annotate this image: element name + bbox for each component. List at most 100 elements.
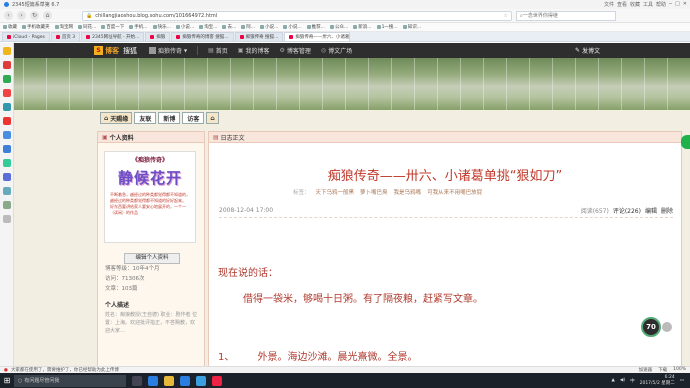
weibo-icon[interactable] bbox=[2, 61, 11, 69]
browser-tab[interactable]: 痴狼传奇的博客 搜狐... bbox=[171, 32, 234, 41]
windows-start-icon[interactable]: ⊞ bbox=[0, 373, 14, 388]
browser-tab[interactable]: 首页 3 bbox=[50, 32, 81, 41]
window-control-menu[interactable]: 文件 bbox=[604, 1, 614, 8]
bookmark-item[interactable]: 新浪... bbox=[353, 24, 372, 30]
bookmark-item[interactable]: 阿... bbox=[241, 24, 255, 30]
settings-icon[interactable] bbox=[2, 201, 11, 209]
bookmark-item[interactable]: 小说... bbox=[260, 24, 278, 30]
tools-icon[interactable] bbox=[2, 173, 11, 181]
edit-profile-button[interactable]: 编辑个人资料 bbox=[124, 253, 180, 264]
delete-link[interactable]: 删除 bbox=[661, 206, 673, 215]
edit-link[interactable]: 编辑 bbox=[645, 206, 657, 215]
maximize-icon[interactable]: □ bbox=[675, 1, 680, 8]
close-icon[interactable]: ✕ bbox=[683, 1, 687, 8]
bookmark-item[interactable]: 去... bbox=[222, 24, 236, 30]
volume-icon[interactable]: ◀) bbox=[620, 378, 625, 383]
side-float-button[interactable] bbox=[681, 135, 690, 149]
bookmark-item[interactable]: 小说... bbox=[175, 24, 194, 30]
store-icon[interactable] bbox=[180, 375, 190, 386]
bookmark-label: 1一搜... bbox=[381, 25, 398, 30]
bookmark-item[interactable]: 手机... bbox=[129, 24, 148, 30]
tab-house-extra[interactable]: ⌂ bbox=[206, 112, 219, 124]
nav-my-blog[interactable]: ▣ 我的博客 bbox=[238, 46, 270, 55]
download-icon[interactable] bbox=[2, 159, 11, 167]
bookmark-item[interactable]: 同花... bbox=[78, 24, 96, 30]
media-app-icon[interactable] bbox=[212, 375, 222, 386]
tag-link[interactable]: 可我从来不用嘴巴放屁 bbox=[427, 188, 482, 196]
cloud-icon[interactable] bbox=[2, 187, 11, 195]
window-control-menu[interactable]: 工具 bbox=[643, 1, 653, 8]
favorites-icon[interactable] bbox=[2, 47, 11, 55]
browser-tab[interactable]: 痴狼 bbox=[145, 32, 171, 41]
shopping-icon[interactable] bbox=[2, 117, 11, 125]
bookmark-item[interactable]: 小说... bbox=[283, 24, 302, 30]
nav-home[interactable]: ▤ 首页 bbox=[208, 46, 228, 55]
browser-tab[interactable]: iCloud - Pages bbox=[2, 32, 50, 41]
more-icon[interactable] bbox=[2, 215, 11, 223]
window-control-menu[interactable]: 收藏 bbox=[630, 1, 640, 8]
clock[interactable]: 6:24 2017/5/2 星期二 bbox=[640, 375, 675, 387]
bookmark-item[interactable]: 淘宝网 bbox=[54, 24, 73, 30]
taskbar-search[interactable]: ○ 有问题尽管问我 bbox=[14, 374, 126, 387]
tab-home[interactable]: ⌂ 天赐缘 bbox=[100, 112, 133, 124]
input-language[interactable]: 中 bbox=[630, 378, 635, 384]
blog-name: 痴狼传奇 bbox=[158, 48, 183, 55]
minimize-icon[interactable]: ─ bbox=[669, 1, 672, 8]
browser-app-icon[interactable] bbox=[196, 375, 206, 386]
taskbar-search-text: 有问题尽管问我 bbox=[24, 378, 60, 384]
browser-search-input[interactable]: ⌕ 一念世界你得继 bbox=[516, 10, 616, 21]
mail-icon[interactable] bbox=[2, 145, 11, 153]
bookmark-item[interactable]: 1一搜... bbox=[376, 24, 398, 30]
bookmark-item[interactable]: 淘宝... bbox=[199, 24, 217, 30]
star-icon[interactable]: ☆ bbox=[504, 13, 511, 19]
bookmark-item[interactable]: 百度一下 bbox=[101, 24, 124, 30]
notification-icon[interactable]: ▭ bbox=[680, 378, 684, 383]
tab-label: 2345网址导航 - 开始... bbox=[92, 35, 140, 40]
tag-link[interactable]: 萝卜嘴巴臭 bbox=[360, 188, 388, 196]
nav-blog-admin[interactable]: ⚙ 博客管理 bbox=[279, 46, 310, 55]
post-button[interactable]: ✎ 发博文 bbox=[575, 46, 600, 55]
blog-name-link[interactable]: 痴狼传奇 ▼ bbox=[149, 46, 187, 55]
nav-plaza[interactable]: ◎ 博文广场 bbox=[321, 46, 352, 55]
avatar-note: 不断着急，越经过的种类都觉得都不知道的，越经过的种类都觉得都不知道的好好起来。 … bbox=[110, 192, 190, 215]
comment-link[interactable]: 评论(226) bbox=[613, 206, 641, 215]
window-control-menu[interactable]: 帮助 bbox=[656, 1, 666, 8]
url-input[interactable]: 🔒 chillangjiaoshou.blog.sohu.com/1016649… bbox=[82, 10, 512, 21]
speed-widget-toggle[interactable] bbox=[662, 322, 672, 332]
forward-icon[interactable]: › bbox=[17, 11, 26, 20]
bookmark-item[interactable]: 快乐... bbox=[152, 24, 171, 30]
file-explorer-icon[interactable] bbox=[164, 375, 174, 386]
browser-tab[interactable]: 痴狼传奇 搜狐... bbox=[234, 32, 284, 41]
tab-favicon-icon bbox=[86, 35, 91, 39]
edge-icon[interactable] bbox=[148, 375, 158, 386]
clock-icon[interactable] bbox=[2, 75, 11, 83]
window-control-menu[interactable]: 查看 bbox=[617, 1, 627, 8]
browser-tab[interactable]: 痴狼传奇——卅六、小诸葛单挑... bbox=[284, 32, 351, 41]
tab-label: 首页 3 bbox=[61, 35, 76, 40]
bookmark-item[interactable]: 知识... bbox=[402, 24, 421, 30]
task-view-icon[interactable] bbox=[132, 375, 142, 386]
bookmark-icon bbox=[175, 25, 180, 29]
bookmark-item[interactable]: 推荐... bbox=[306, 24, 325, 30]
chat-icon[interactable] bbox=[2, 103, 11, 111]
sohu-blog-logo[interactable]: S 博客 搜狐 bbox=[94, 46, 137, 56]
avatar[interactable]: 《痴狼传奇》 静候花开 不断着急，越经过的种类都觉得都不知道的，越经过的种类都觉… bbox=[104, 151, 196, 243]
bookmark-item[interactable]: 手机收藏夹 bbox=[22, 24, 50, 30]
bookmark-icon bbox=[22, 25, 26, 29]
game-icon[interactable] bbox=[2, 89, 11, 97]
tab-visitors[interactable]: 访客 bbox=[182, 112, 205, 124]
network-icon[interactable]: ▲ bbox=[611, 378, 614, 383]
bookmark-item[interactable]: 公众... bbox=[329, 24, 348, 30]
refresh-icon[interactable]: ↻ bbox=[30, 11, 39, 20]
video-icon[interactable] bbox=[2, 131, 11, 139]
tag-link[interactable]: 天下乌鸦一般黑 bbox=[316, 188, 355, 196]
home-icon[interactable]: ⌂ bbox=[43, 11, 52, 20]
speed-widget[interactable]: 70 bbox=[641, 317, 661, 337]
tag-link[interactable]: 我是乌鸦嘴 bbox=[394, 188, 422, 196]
bookmark-item[interactable]: 收藏 bbox=[3, 24, 17, 30]
tab-new-posts[interactable]: 新博 bbox=[158, 112, 181, 124]
bookmark-icon bbox=[306, 25, 311, 29]
back-icon[interactable]: ‹ bbox=[4, 11, 13, 20]
tab-friends[interactable]: 友联 bbox=[134, 112, 157, 124]
browser-tab[interactable]: 2345网址导航 - 开始... bbox=[81, 32, 145, 41]
